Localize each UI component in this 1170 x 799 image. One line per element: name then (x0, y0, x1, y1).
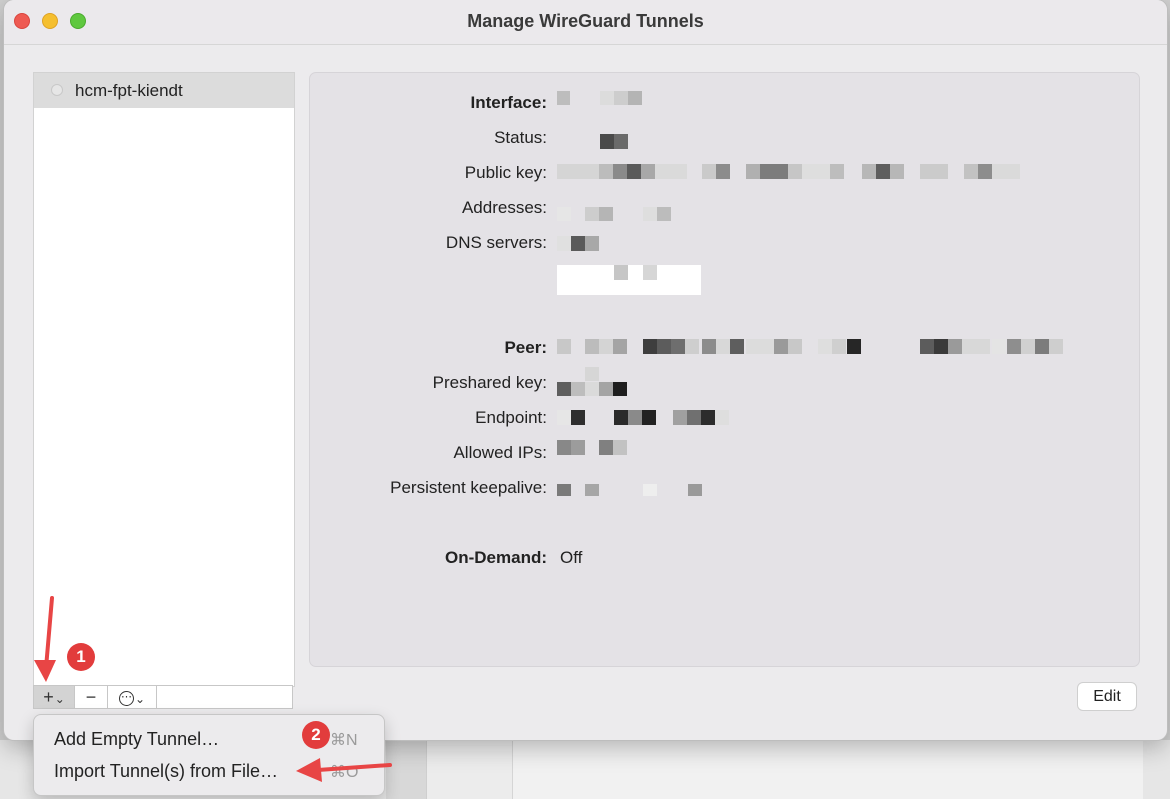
public-key-label: Public key: (464, 163, 547, 182)
on-demand-label: On-Demand: (445, 548, 547, 567)
window-title: Manage WireGuard Tunnels (467, 11, 704, 31)
tunnel-list-toolbar: +⌄ − ⋯ ⌄ (33, 685, 293, 709)
step-1-badge: 1 (67, 643, 95, 671)
shortcut-import: ⌘O (330, 764, 359, 781)
title-bar: Manage WireGuard Tunnels (4, 0, 1167, 45)
tunnel-name: hcm-fpt-kiendt (75, 81, 183, 100)
preshared-key-label: Preshared key: (432, 373, 547, 392)
persistent-keepalive-label: Persistent keepalive: (390, 478, 547, 497)
minus-icon: − (85, 687, 97, 707)
interface-heading: Interface: (470, 93, 547, 112)
tunnel-list-item[interactable]: hcm-fpt-kiendt (34, 73, 294, 108)
manage-tunnels-window: Manage WireGuard Tunnels hcm-fpt-kiendt … (4, 0, 1167, 740)
plus-icon: + (43, 687, 54, 707)
step-2-badge: 2 (302, 721, 330, 749)
background-pane (512, 740, 1143, 799)
addresses-label: Addresses: (461, 198, 547, 217)
chevron-down-icon: ⌄ (54, 692, 65, 706)
endpoint-label: Endpoint: (475, 408, 547, 427)
shortcut-add-empty: ⌘N (330, 732, 358, 749)
on-demand-value: Off (560, 548, 583, 567)
tunnel-detail-panel (309, 72, 1140, 667)
remove-tunnel-button[interactable]: − (75, 686, 108, 708)
background-pane (386, 740, 426, 799)
chevron-down-icon: ⌄ (134, 692, 146, 706)
tunnel-list: hcm-fpt-kiendt (33, 72, 295, 687)
add-tunnel-menu: Add Empty Tunnel… ⌘N Import Tunnel(s) fr… (33, 714, 385, 796)
ellipsis-circle-icon: ⋯ (118, 690, 134, 706)
add-tunnel-button[interactable]: +⌄ (34, 686, 75, 708)
more-actions-button[interactable]: ⋯ ⌄ (108, 686, 157, 708)
edit-button[interactable]: Edit (1077, 682, 1137, 711)
background-pane (426, 740, 513, 799)
peer-heading: Peer: (504, 338, 547, 357)
menu-item-import-from-file[interactable]: Import Tunnel(s) from File… (54, 761, 278, 782)
status-dot-icon (51, 84, 63, 96)
status-label: Status: (494, 128, 547, 147)
dns-servers-label: DNS servers: (445, 233, 547, 252)
allowed-ips-label: Allowed IPs: (453, 443, 547, 462)
menu-item-add-empty-tunnel[interactable]: Add Empty Tunnel… (54, 729, 219, 750)
